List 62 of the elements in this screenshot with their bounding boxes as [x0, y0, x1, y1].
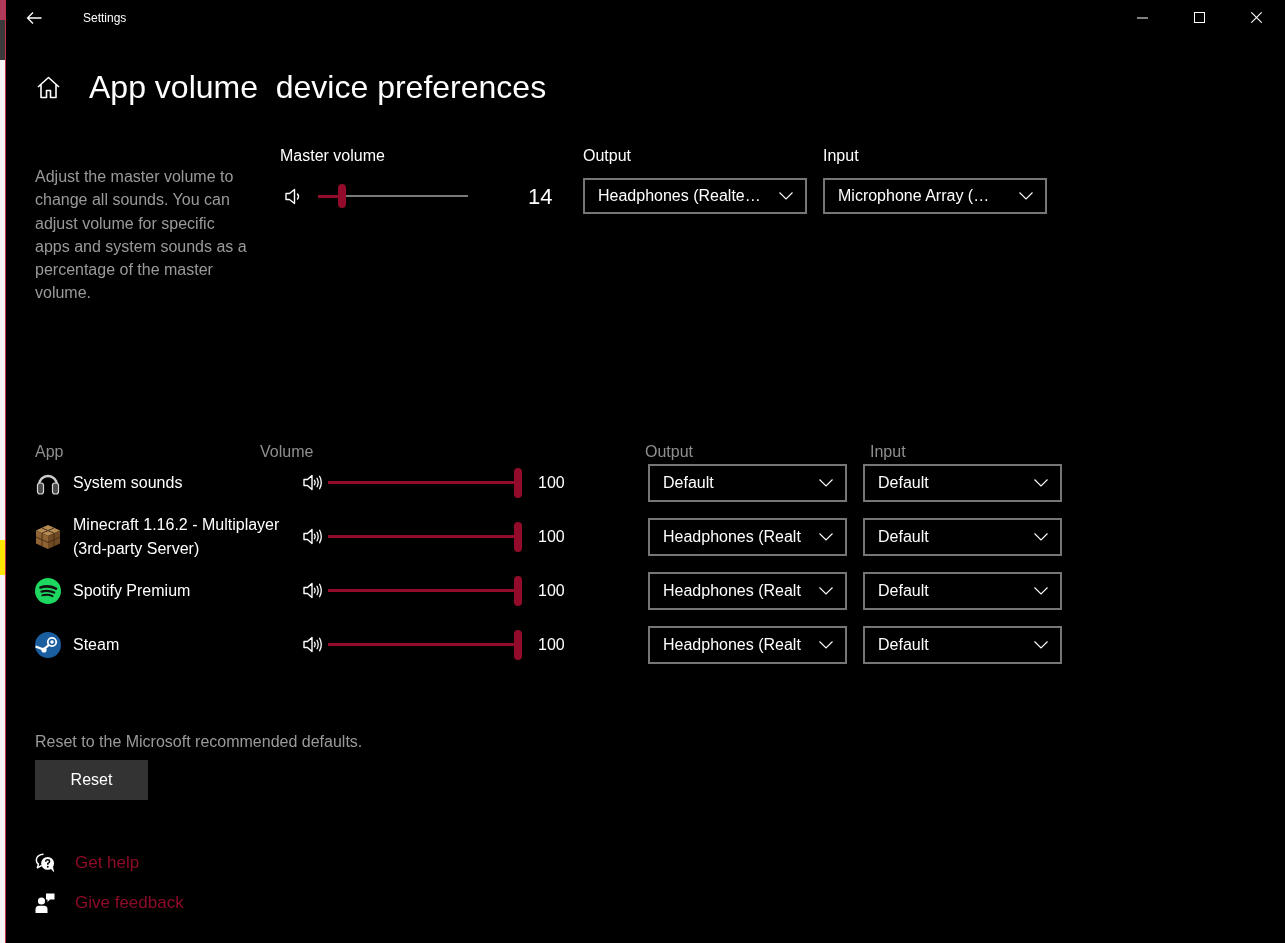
column-header: Volume — [260, 442, 315, 461]
column-header: Output — [645, 442, 695, 461]
column-header: Input — [870, 442, 907, 461]
chevron-down-icon — [819, 586, 833, 595]
reset-hint-text: Reset to the Microsoft recommended defaults. — [35, 732, 363, 751]
wooden-block-icon — [35, 523, 61, 550]
speaker-icon[interactable] — [303, 474, 323, 492]
input-dropdown[interactable]: Default — [863, 571, 1062, 610]
help-bubbles-icon — [35, 852, 55, 873]
close-icon — [1251, 12, 1262, 23]
feedback-person-icon — [35, 892, 55, 913]
master-volume-label: Master volume — [280, 146, 386, 166]
circle-logo-icon — [35, 631, 61, 658]
speaker-icon[interactable] — [303, 582, 323, 600]
chevron-down-icon — [1034, 532, 1048, 541]
output-dropdown[interactable]: Default — [648, 463, 847, 502]
speaker-icon[interactable] — [303, 528, 323, 546]
slider-thumb[interactable] — [337, 184, 346, 208]
chevron-down-icon — [779, 192, 793, 200]
input-dropdown[interactable]: Default — [863, 517, 1062, 556]
speaker-icon[interactable] — [303, 636, 323, 654]
home-button[interactable] — [35, 74, 61, 100]
chevron-down-icon — [1034, 478, 1048, 487]
volume-reading: 100 — [538, 472, 566, 493]
volume-reading: 100 — [538, 580, 566, 601]
chevron-down-icon — [1019, 192, 1033, 200]
minimize-icon — [1137, 16, 1148, 19]
slider-thumb[interactable] — [514, 467, 522, 498]
description-text: Adjust the master volume to change all sounds. You can adjust volume for specific apps and system sounds as a percentage of the master volume. — [35, 167, 247, 304]
volume-reading: 100 — [538, 526, 566, 547]
slider-thumb[interactable] — [514, 575, 522, 606]
page-title: App volume device preferences — [89, 68, 547, 107]
output-label: Output — [583, 146, 633, 166]
output-dropdown[interactable]: Headphones (Realte… — [583, 178, 807, 214]
volume-reading: 100 — [538, 634, 566, 655]
chevron-down-icon — [1034, 586, 1048, 595]
chevron-down-icon — [819, 640, 833, 649]
back-arrow-icon — [26, 10, 42, 25]
input-dropdown[interactable]: Default — [863, 463, 1062, 502]
circle-arcs-icon — [35, 577, 61, 604]
reset-button[interactable]: Reset — [35, 759, 148, 800]
output-dropdown[interactable]: Headphones (Realt — [648, 625, 847, 664]
app-name: Minecraft 1.16.2 - Multiplayer (3rd-party Server) — [73, 514, 281, 559]
speaker-icon[interactable] — [285, 187, 302, 205]
app-name: Spotify Premium — [73, 580, 192, 601]
input-dropdown[interactable]: Default — [863, 625, 1062, 664]
window-title: Settings — [83, 9, 127, 27]
app-name: System sounds — [73, 472, 184, 493]
input-dropdown[interactable]: Microphone Array (… — [823, 178, 1047, 214]
column-header: App — [35, 442, 65, 461]
input-label: Input — [823, 146, 860, 166]
chevron-down-icon — [1034, 640, 1048, 649]
output-dropdown[interactable]: Headphones (Realt — [648, 571, 847, 610]
maximize-icon — [1194, 12, 1205, 23]
output-dropdown[interactable]: Headphones (Realt — [648, 517, 847, 556]
chevron-down-icon — [819, 478, 833, 487]
slider-thumb[interactable] — [514, 629, 522, 660]
chevron-down-icon — [819, 532, 833, 541]
volume-reading: 14 — [528, 182, 553, 211]
slider-thumb[interactable] — [514, 521, 522, 552]
app-name: Steam — [73, 634, 121, 655]
home-icon — [36, 75, 60, 99]
